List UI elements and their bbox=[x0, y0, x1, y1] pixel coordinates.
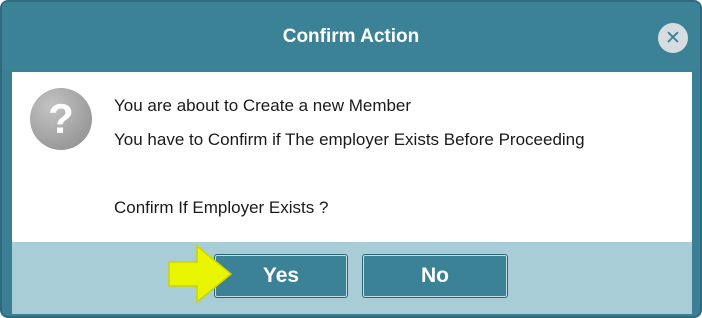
close-icon[interactable]: ✕ bbox=[658, 23, 688, 53]
dialog-title: Confirm Action bbox=[282, 26, 420, 47]
question-mark-icon: ? bbox=[30, 88, 92, 150]
dialog-titlebar: Confirm Action ✕ bbox=[2, 2, 700, 70]
pointer-arrow-icon bbox=[168, 244, 233, 304]
message-line-2: You have to Confirm if The employer Exis… bbox=[114, 130, 585, 149]
no-button[interactable]: No bbox=[362, 254, 508, 298]
confirm-dialog: Confirm Action ✕ ? You are about to Crea… bbox=[0, 0, 702, 318]
confirm-question: Confirm If Employer Exists ? bbox=[114, 198, 329, 217]
dialog-body: ? You are about to Create a new Member Y… bbox=[12, 72, 692, 242]
dialog-footer: Yes No bbox=[12, 242, 692, 314]
message-line-1: You are about to Create a new Member bbox=[114, 96, 412, 115]
